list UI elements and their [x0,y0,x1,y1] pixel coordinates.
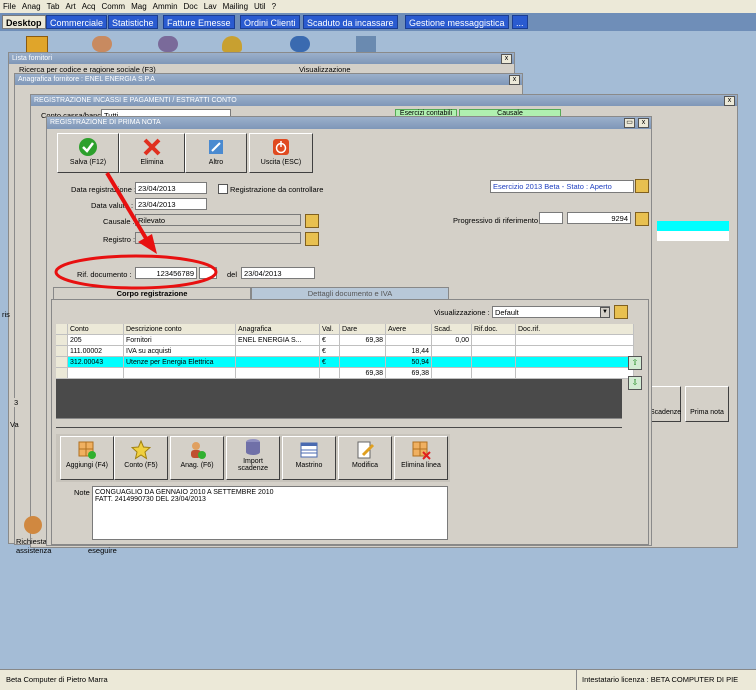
status-bar: Beta Computer di Pietro Marra Intestatar… [0,669,756,690]
annotation-circle [54,254,218,290]
annotation-arrowhead [138,234,157,254]
status-divider [576,670,577,690]
annotation-overlay [54,171,218,290]
status-licence: Intestatario licenza : BETA COMPUTER DI … [582,675,739,684]
status-company: Beta Computer di Pietro Marra [6,675,108,684]
annotation-arrow [105,171,149,242]
